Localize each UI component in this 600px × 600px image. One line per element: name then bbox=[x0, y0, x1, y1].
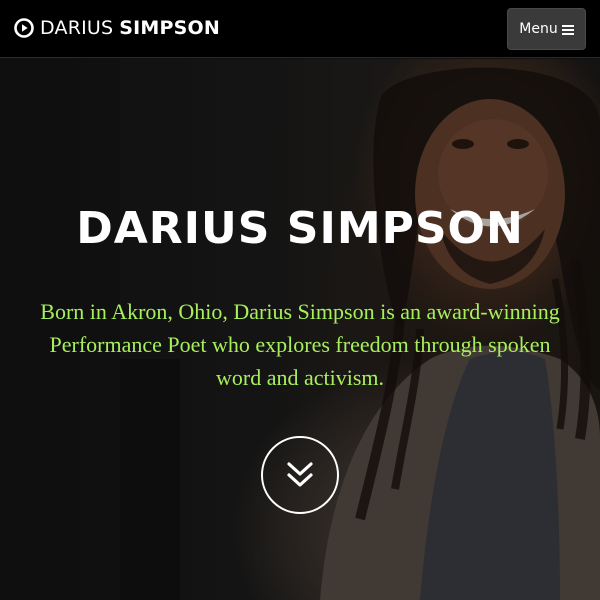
bars-icon bbox=[561, 24, 574, 35]
scroll-down-button[interactable] bbox=[261, 436, 339, 514]
page: DARIUS SIMPSON Menu DARIUS SIMPSON Born … bbox=[0, 0, 600, 600]
brand-last-name: SIMPSON bbox=[119, 17, 221, 39]
menu-button[interactable]: Menu bbox=[507, 8, 586, 50]
hero-section: DARIUS SIMPSON Born in Akron, Ohio, Dari… bbox=[0, 59, 600, 600]
double-chevron-down-icon bbox=[285, 461, 315, 489]
brand-first-name: DARIUS bbox=[40, 17, 114, 39]
menu-button-label: Menu bbox=[519, 21, 558, 37]
navbar: DARIUS SIMPSON Menu bbox=[0, 0, 600, 58]
hero-intro-text: Born in Akron, Ohio, Darius Simpson is a… bbox=[40, 299, 560, 390]
play-circle-icon bbox=[14, 18, 34, 38]
brand-link[interactable]: DARIUS SIMPSON bbox=[14, 15, 220, 41]
hero-title: DARIUS SIMPSON bbox=[76, 203, 524, 254]
